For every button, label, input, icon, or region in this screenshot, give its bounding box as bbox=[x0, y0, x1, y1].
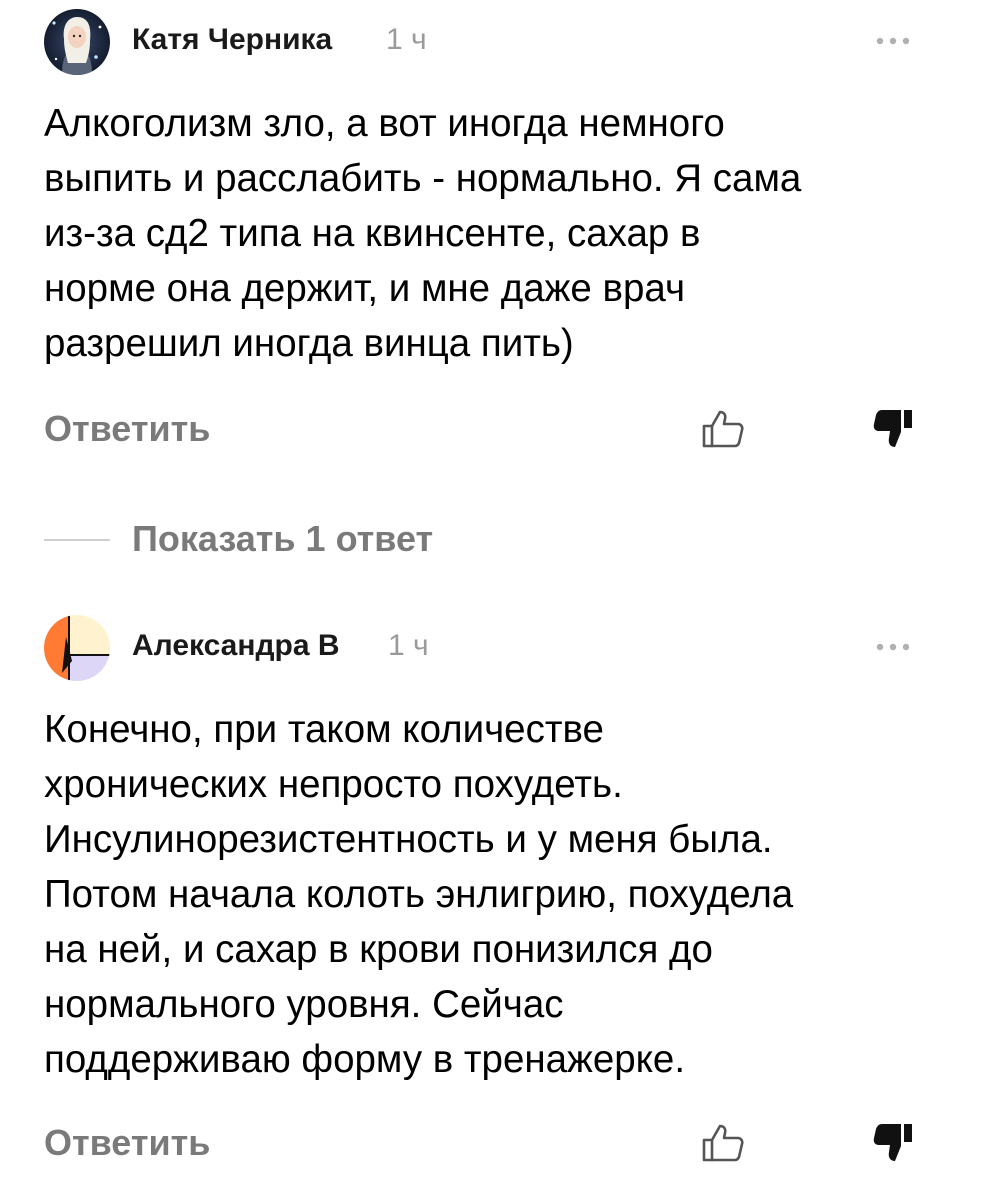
reply-button[interactable]: Ответить bbox=[44, 408, 210, 450]
comment-header: Катя Черника 1 ч bbox=[44, 9, 939, 75]
more-dots-icon[interactable] bbox=[873, 627, 913, 667]
geometric-avatar-icon bbox=[44, 615, 110, 681]
comment-actions: Ответить bbox=[44, 398, 939, 458]
thumb-up-icon[interactable] bbox=[700, 404, 748, 452]
comment-time: 1 ч bbox=[388, 629, 429, 662]
more-dots-icon[interactable] bbox=[873, 21, 913, 61]
user-photo-avatar-icon bbox=[44, 9, 110, 75]
avatar[interactable] bbox=[44, 615, 110, 681]
show-replies-button[interactable]: Показать 1 ответ bbox=[132, 518, 433, 560]
author-name[interactable]: Александра В bbox=[132, 629, 340, 663]
comment-header: Александра В 1 ч bbox=[44, 615, 939, 681]
thumb-down-icon[interactable] bbox=[870, 1118, 918, 1166]
thumb-down-icon[interactable] bbox=[870, 404, 918, 452]
comment-time: 1 ч bbox=[386, 23, 427, 56]
author-name[interactable]: Катя Черника bbox=[132, 23, 332, 57]
avatar[interactable] bbox=[44, 9, 110, 75]
comment-text: Конечно, при таком количестве хронически… bbox=[44, 708, 794, 1081]
reply-button[interactable]: Ответить bbox=[44, 1122, 210, 1164]
comment-actions: Ответить bbox=[44, 1112, 939, 1172]
thumb-up-icon[interactable] bbox=[700, 1118, 748, 1166]
comment-text: Алкоголизм зло, а вот иногда немного вып… bbox=[44, 102, 802, 365]
show-replies: Показать 1 ответ bbox=[44, 510, 939, 570]
divider bbox=[44, 539, 110, 541]
